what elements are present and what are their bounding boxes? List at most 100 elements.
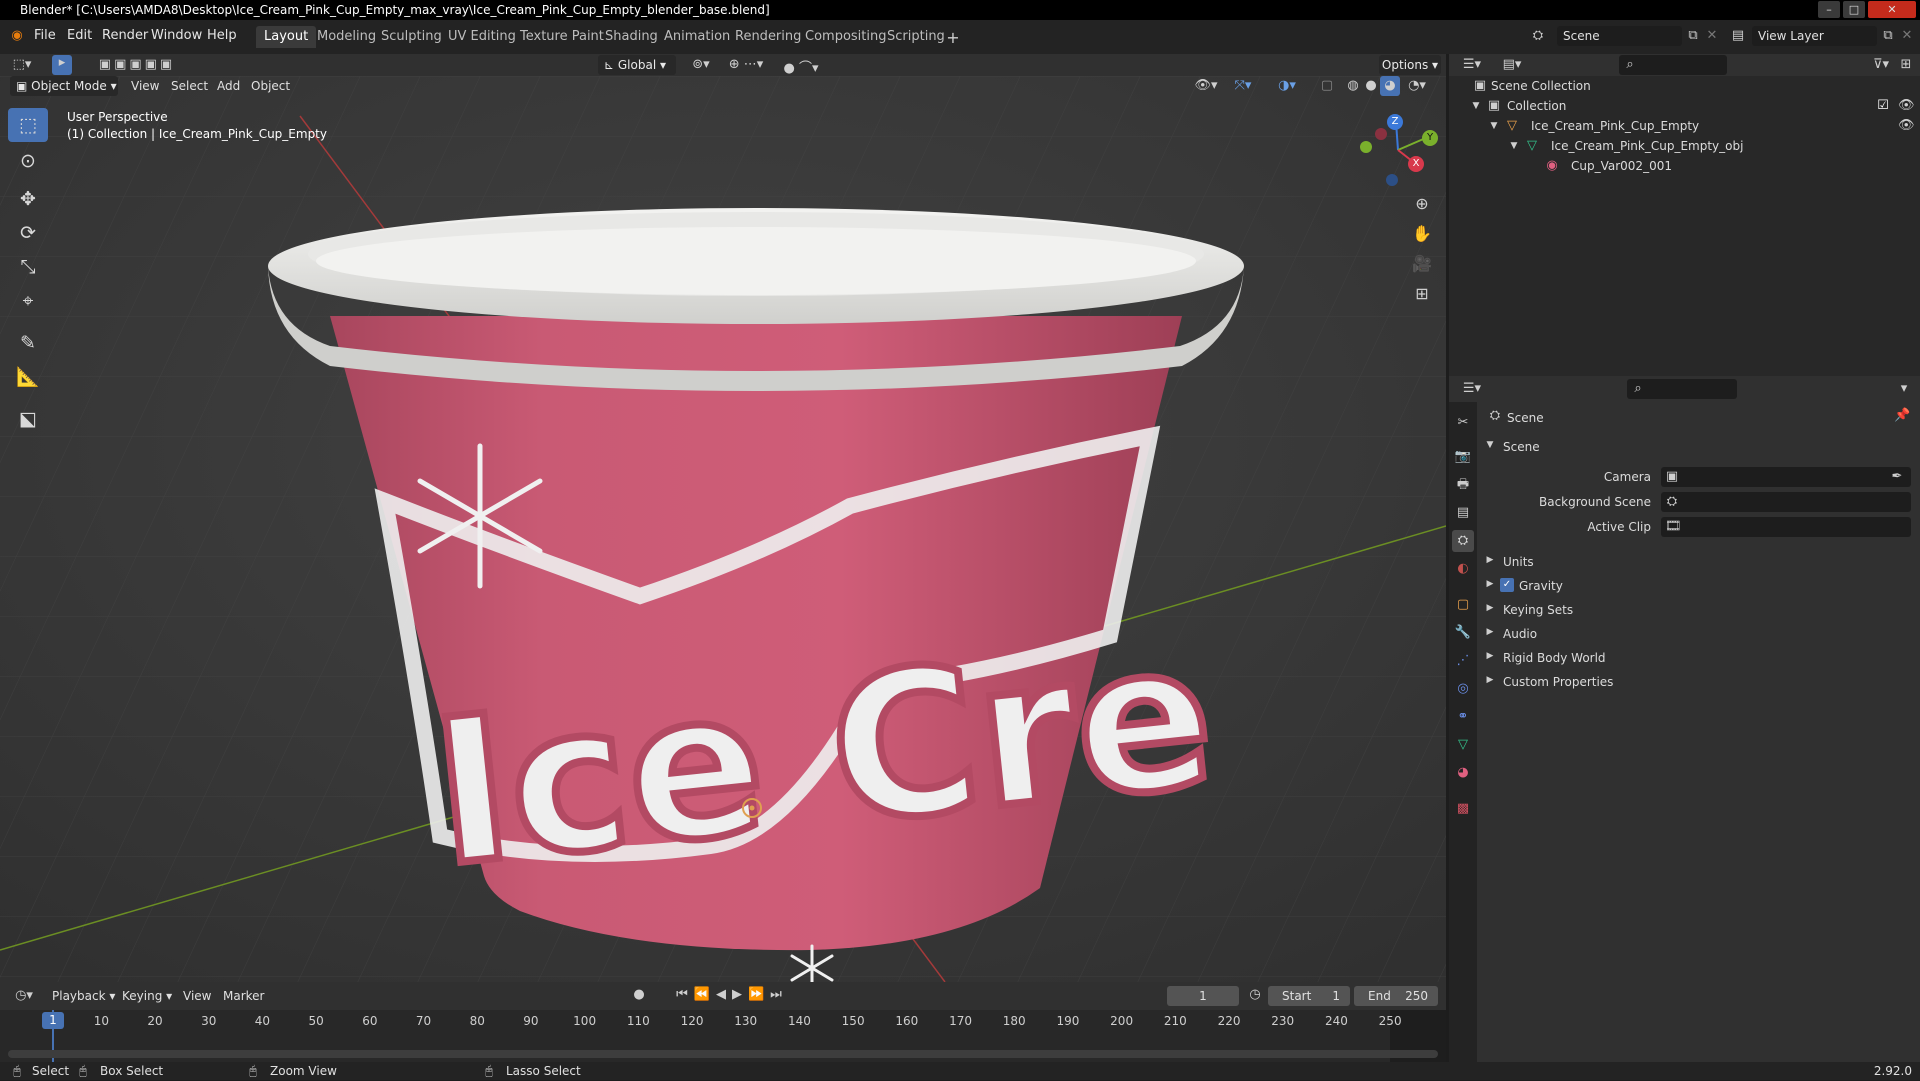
outliner-search-input[interactable]: ⌕ (1619, 55, 1727, 75)
menu-help[interactable]: Help (207, 28, 237, 43)
scale-tool-icon[interactable]: ⤡ (8, 250, 48, 284)
gizmo-y-axis[interactable]: Y (1422, 130, 1438, 146)
display-mode-icon[interactable]: ▤▾ (1499, 57, 1525, 72)
snapping-icon[interactable]: ⊕ ⋯▾ (720, 57, 772, 72)
start-frame-field[interactable]: Start 1 (1268, 986, 1350, 1006)
gizmo-z-axis[interactable]: Z (1387, 114, 1403, 130)
world-tab-icon[interactable]: ◐ (1452, 558, 1474, 580)
subpanel-custom-properties[interactable]: ▶ Custom Properties (1485, 672, 1905, 692)
pin-icon[interactable]: 📌 (1894, 408, 1910, 423)
modifier-tab-icon[interactable]: 🔧 (1452, 622, 1474, 644)
new-scene-icon[interactable]: ⧉ (1684, 28, 1702, 43)
delete-scene-icon[interactable]: ✕ (1704, 28, 1720, 43)
menu-render[interactable]: Render (102, 28, 148, 43)
material-preview-icon[interactable]: ◕ (1380, 76, 1400, 96)
gizmo-neg-x[interactable] (1375, 128, 1387, 140)
outliner-row-empty-object[interactable]: ▼ ▽ Ice_Cream_Pink_Cup_Empty 👁 (1449, 116, 1920, 136)
blender-logo-icon[interactable]: ◉ (8, 28, 26, 43)
menu-view[interactable]: View (131, 79, 159, 93)
panel-scene-title[interactable]: Scene (1503, 440, 1540, 454)
subpanel-gravity[interactable]: ▶ ✓ Gravity (1485, 576, 1905, 596)
constraints-tab-icon[interactable]: ⚭ (1452, 706, 1474, 728)
properties-search-input[interactable]: ⌕ (1627, 379, 1737, 399)
preview-range-icon[interactable]: ◷ (1247, 987, 1263, 1002)
new-collection-icon[interactable]: ⊞ (1897, 57, 1915, 72)
rotate-tool-icon[interactable]: ⟳ (8, 216, 48, 250)
gizmo-neg-z[interactable] (1386, 174, 1398, 186)
auto-keying-icon[interactable]: ● (630, 987, 648, 1002)
gravity-checkbox[interactable]: ✓ (1500, 578, 1514, 592)
menu-file[interactable]: File (34, 28, 56, 43)
outliner-row-collection[interactable]: ▼ ▣ Collection ☑ 👁 (1449, 96, 1920, 116)
keying-menu[interactable]: Keying ▾ (122, 989, 172, 1003)
mode-dropdown[interactable]: ▣ Object Mode ▾ (10, 76, 118, 96)
end-frame-field[interactable]: End 250 (1354, 986, 1438, 1006)
properties-editor-type-icon[interactable]: ☰▾ (1459, 381, 1485, 396)
gizmo-x-axis[interactable]: X (1408, 156, 1424, 172)
eyedropper-icon[interactable]: ✒ (1889, 469, 1905, 484)
delete-view-layer-icon[interactable]: ✕ (1899, 28, 1915, 43)
zoom-icon[interactable]: ⊕ (1410, 194, 1434, 213)
subpanel-keying-sets[interactable]: ▶ Keying Sets (1485, 600, 1905, 620)
options-dropdown[interactable]: Options ▾ (1379, 55, 1441, 75)
overlays-icon[interactable]: ◑▾ (1272, 78, 1302, 93)
pivot-point-icon[interactable]: ⊚▾ (686, 57, 716, 72)
playback-controls-icons[interactable]: ⏮⏪◀▶⏩⏭ (676, 987, 788, 1002)
marker-menu[interactable]: Marker (223, 989, 264, 1003)
solid-shading-icon[interactable]: ● (1362, 78, 1380, 93)
active-clip-field[interactable]: 🎞 (1661, 517, 1911, 537)
expand-arrow-icon[interactable]: ▼ (1471, 96, 1481, 116)
subpanel-units[interactable]: ▶ Units (1485, 552, 1905, 572)
scene-browse-icon[interactable]: ⛭ (1526, 28, 1550, 43)
timeline-view-menu[interactable]: View (183, 989, 211, 1003)
proportional-editing-icon[interactable]: ● ⌒▾ (776, 57, 826, 76)
visibility-eye-icon[interactable]: 👁 (1898, 116, 1915, 136)
3d-viewport[interactable]: Ice Cre User Perspective (1) Collection … (0, 76, 1446, 982)
transform-orientation-dropdown[interactable]: ⊾ Global ▾ (598, 55, 676, 75)
panel-expand-arrow-icon[interactable]: ▼ (1485, 440, 1495, 450)
gizmo-neg-y[interactable] (1360, 141, 1372, 153)
annotate-tool-icon[interactable]: ✎ (8, 326, 48, 360)
menu-select[interactable]: Select (171, 79, 208, 93)
view-layer-selector[interactable]: View Layer (1752, 26, 1877, 46)
visibility-icon[interactable]: 👁▾ (1192, 78, 1220, 93)
close-icon[interactable]: ✕ (1868, 1, 1916, 18)
menu-add[interactable]: Add (217, 79, 240, 93)
menu-object[interactable]: Object (251, 79, 290, 93)
camera-field[interactable]: ▣ ✒ (1661, 467, 1911, 487)
menu-window[interactable]: Window (151, 28, 202, 43)
menu-edit[interactable]: Edit (67, 28, 92, 43)
playhead-frame[interactable]: 1 (42, 1012, 64, 1029)
outliner-row-mesh-object[interactable]: ▼ ▽ Ice_Cream_Pink_Cup_Empty_obj (1449, 136, 1920, 156)
data-tab-icon[interactable]: ▽ (1452, 734, 1474, 756)
outliner-editor-type-icon[interactable]: ☰▾ (1459, 57, 1485, 72)
physics-tab-icon[interactable]: ◎ (1452, 678, 1474, 700)
tab-scripting[interactable]: Scripting (879, 26, 953, 48)
tab-sculpting[interactable]: Sculpting (373, 26, 450, 48)
expand-arrow-icon[interactable]: ▼ (1489, 116, 1499, 136)
gizmo-toggle-icon[interactable]: ⤧▾ (1228, 78, 1258, 93)
texture-tab-icon[interactable]: ▩ (1452, 798, 1474, 820)
timeline-scrollbar[interactable] (8, 1050, 1438, 1058)
outliner-row-material[interactable]: ◉ Cup_Var002_001 (1449, 156, 1920, 176)
move-tool-icon[interactable]: ✥ (8, 182, 48, 216)
particles-tab-icon[interactable]: ⋰ (1452, 650, 1474, 672)
outliner-row-scene-collection[interactable]: ▣ Scene Collection (1449, 76, 1920, 96)
playback-menu[interactable]: Playback ▾ (52, 989, 115, 1003)
select-box-tool-icon[interactable]: ⬚ (8, 108, 48, 142)
current-frame-field[interactable]: 1 (1167, 986, 1239, 1006)
subpanel-audio[interactable]: ▶ Audio (1485, 624, 1905, 644)
background-scene-field[interactable]: ⛭ (1661, 492, 1911, 512)
tool-tab-icon[interactable]: ✂ (1452, 412, 1474, 434)
scene-tab-icon[interactable]: ⛭ (1452, 530, 1474, 552)
xray-icon[interactable]: ▢ (1318, 78, 1336, 93)
tab-animation[interactable]: Animation (656, 26, 738, 48)
render-tab-icon[interactable]: 📷 (1452, 446, 1474, 468)
view-layer-browse-icon[interactable]: ▤ (1726, 28, 1750, 43)
filter-icon[interactable]: ⊽▾ (1869, 57, 1893, 72)
expand-arrow-icon[interactable]: ▼ (1509, 136, 1519, 156)
pan-hand-icon[interactable]: ✋ (1410, 224, 1434, 243)
scene-selector[interactable]: Scene (1557, 26, 1682, 46)
maximize-icon[interactable]: □ (1843, 1, 1865, 18)
output-tab-icon[interactable]: 🖶 (1452, 474, 1474, 496)
